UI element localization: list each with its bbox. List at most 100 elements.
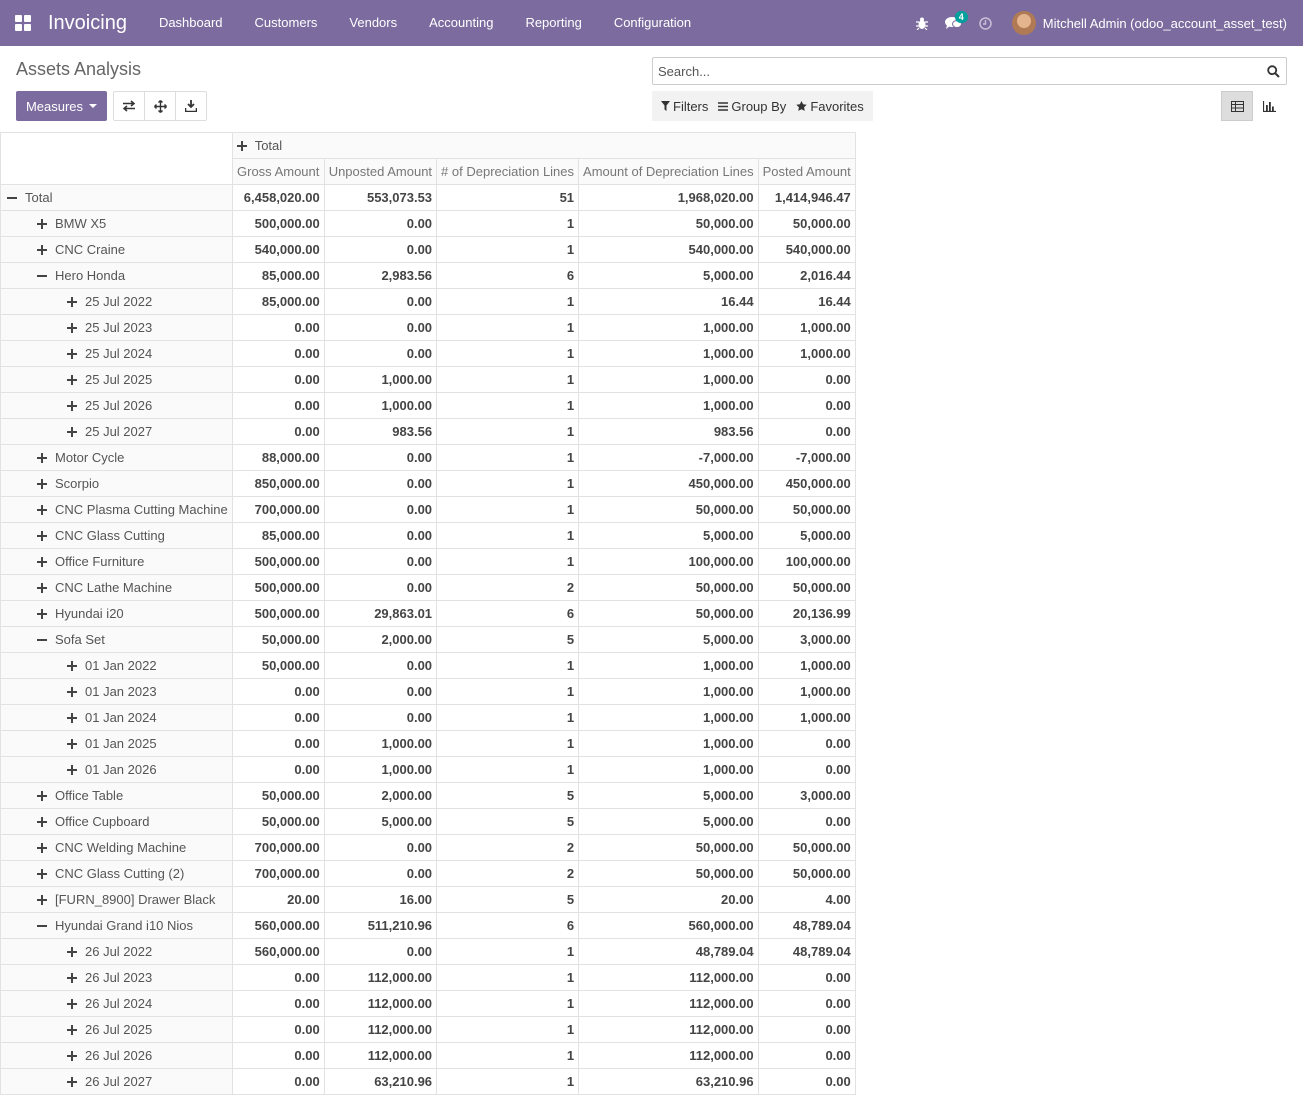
pivot-cell[interactable]: 5,000.00 <box>323 808 438 835</box>
row-header[interactable]: Office Furniture <box>0 548 233 575</box>
pivot-cell[interactable]: 0.00 <box>323 652 438 679</box>
menu-item-reporting[interactable]: Reporting <box>509 0 597 46</box>
pivot-cell[interactable]: 1,000.00 <box>578 314 759 341</box>
pivot-cell[interactable]: 1,000.00 <box>323 756 438 783</box>
pivot-cell[interactable]: 560,000.00 <box>231 938 325 965</box>
pivot-cell[interactable]: 6 <box>436 912 580 939</box>
pivot-cell[interactable]: 0.00 <box>323 860 438 887</box>
pivot-cell[interactable]: 51 <box>436 184 580 211</box>
pivot-cell[interactable]: 0.00 <box>757 1042 856 1069</box>
row-header[interactable]: 26 Jul 2026 <box>0 1042 233 1069</box>
pivot-cell[interactable]: 1,000.00 <box>757 652 856 679</box>
pivot-cell[interactable]: 5 <box>436 626 580 653</box>
pivot-cell[interactable]: 112,000.00 <box>323 1042 438 1069</box>
pivot-cell[interactable]: 48,789.04 <box>578 938 759 965</box>
row-header[interactable]: Total <box>0 184 233 211</box>
pivot-cell[interactable]: 540,000.00 <box>578 236 759 263</box>
pivot-cell[interactable]: 1,000.00 <box>757 340 856 367</box>
row-header[interactable]: 01 Jan 2022 <box>0 652 233 679</box>
pivot-cell[interactable]: 1,000.00 <box>578 366 759 393</box>
pivot-cell[interactable]: 50,000.00 <box>578 574 759 601</box>
expand-all-button[interactable] <box>144 91 176 121</box>
measure-header-posted-amount[interactable]: Posted Amount <box>757 158 856 185</box>
pivot-view-button[interactable] <box>1221 91 1253 121</box>
row-header[interactable]: Hyundai Grand i10 Nios <box>0 912 233 939</box>
pivot-cell[interactable]: 0.00 <box>231 756 325 783</box>
pivot-cell[interactable]: 5,000.00 <box>578 522 759 549</box>
pivot-cell[interactable]: 1,000.00 <box>323 730 438 757</box>
pivot-cell[interactable]: 112,000.00 <box>578 990 759 1017</box>
filters-dropdown[interactable]: Filters <box>656 99 713 114</box>
pivot-cell[interactable]: 50,000.00 <box>578 860 759 887</box>
measure-header-depreciation-lines-amount[interactable]: Amount of Depreciation Lines <box>578 158 759 185</box>
pivot-cell[interactable]: 1,000.00 <box>757 704 856 731</box>
pivot-cell[interactable]: 2,983.56 <box>323 262 438 289</box>
row-header[interactable]: CNC Glass Cutting <box>0 522 233 549</box>
debug-bug-icon[interactable] <box>906 0 938 46</box>
pivot-cell[interactable]: 0.00 <box>231 1042 325 1069</box>
pivot-cell[interactable]: 0.00 <box>323 938 438 965</box>
pivot-cell[interactable]: 0.00 <box>323 704 438 731</box>
pivot-cell[interactable]: 0.00 <box>757 392 856 419</box>
row-header[interactable]: 25 Jul 2023 <box>0 314 233 341</box>
pivot-cell[interactable]: 0.00 <box>323 496 438 523</box>
pivot-cell[interactable]: 2 <box>436 574 580 601</box>
pivot-cell[interactable]: 3,000.00 <box>757 626 856 653</box>
pivot-cell[interactable]: 85,000.00 <box>231 262 325 289</box>
row-header[interactable]: 25 Jul 2022 <box>0 288 233 315</box>
row-header[interactable]: 26 Jul 2024 <box>0 990 233 1017</box>
pivot-cell[interactable]: 1 <box>436 938 580 965</box>
pivot-cell[interactable]: 1 <box>436 678 580 705</box>
pivot-cell[interactable]: 2 <box>436 860 580 887</box>
pivot-cell[interactable]: 48,789.04 <box>757 912 856 939</box>
pivot-cell[interactable]: 1,000.00 <box>578 704 759 731</box>
row-header[interactable]: [FURN_8900] Drawer Black <box>0 886 233 913</box>
pivot-cell[interactable]: 1 <box>436 444 580 471</box>
pivot-cell[interactable]: 0.00 <box>757 808 856 835</box>
pivot-cell[interactable]: 1,000.00 <box>578 678 759 705</box>
pivot-cell[interactable]: 112,000.00 <box>578 1016 759 1043</box>
pivot-cell[interactable]: 1,000.00 <box>578 392 759 419</box>
pivot-cell[interactable]: 0.00 <box>231 314 325 341</box>
pivot-cell[interactable]: 0.00 <box>231 418 325 445</box>
pivot-cell[interactable]: 1,414,946.47 <box>757 184 856 211</box>
pivot-cell[interactable]: 63,210.96 <box>323 1068 438 1095</box>
pivot-cell[interactable]: 16.44 <box>578 288 759 315</box>
pivot-cell[interactable]: 1,000.00 <box>578 340 759 367</box>
pivot-cell[interactable]: 1 <box>436 236 580 263</box>
pivot-cell[interactable]: 0.00 <box>231 990 325 1017</box>
pivot-cell[interactable]: 511,210.96 <box>323 912 438 939</box>
pivot-cell[interactable]: 540,000.00 <box>231 236 325 263</box>
pivot-cell[interactable]: 0.00 <box>231 964 325 991</box>
download-xlsx-button[interactable] <box>175 91 207 121</box>
pivot-cell[interactable]: 0.00 <box>231 1016 325 1043</box>
group-by-dropdown[interactable]: Group By <box>713 99 791 114</box>
pivot-cell[interactable]: 50,000.00 <box>757 574 856 601</box>
pivot-cell[interactable]: 5,000.00 <box>578 262 759 289</box>
pivot-cell[interactable]: 0.00 <box>323 678 438 705</box>
pivot-cell[interactable]: 500,000.00 <box>231 210 325 237</box>
pivot-cell[interactable]: 0.00 <box>231 340 325 367</box>
pivot-cell[interactable]: 85,000.00 <box>231 522 325 549</box>
pivot-cell[interactable]: 0.00 <box>757 964 856 991</box>
pivot-cell[interactable]: 5,000.00 <box>578 782 759 809</box>
pivot-cell[interactable]: 112,000.00 <box>578 964 759 991</box>
pivot-cell[interactable]: 1 <box>436 990 580 1017</box>
graph-view-button[interactable] <box>1253 91 1285 121</box>
pivot-cell[interactable]: 1 <box>436 964 580 991</box>
row-header[interactable]: 01 Jan 2026 <box>0 756 233 783</box>
pivot-cell[interactable]: 50,000.00 <box>757 834 856 861</box>
menu-item-customers[interactable]: Customers <box>239 0 334 46</box>
pivot-cell[interactable]: 50,000.00 <box>231 652 325 679</box>
pivot-cell[interactable]: 29,863.01 <box>323 600 438 627</box>
apps-menu-icon[interactable] <box>0 0 46 46</box>
row-header[interactable]: Sofa Set <box>0 626 233 653</box>
row-header[interactable]: Hero Honda <box>0 262 233 289</box>
row-header[interactable]: 25 Jul 2027 <box>0 418 233 445</box>
pivot-cell[interactable]: 0.00 <box>231 392 325 419</box>
row-header[interactable]: CNC Plasma Cutting Machine <box>0 496 233 523</box>
pivot-cell[interactable]: 0.00 <box>323 288 438 315</box>
pivot-cell[interactable]: 20.00 <box>578 886 759 913</box>
pivot-cell[interactable]: 0.00 <box>231 678 325 705</box>
pivot-cell[interactable]: 63,210.96 <box>578 1068 759 1095</box>
